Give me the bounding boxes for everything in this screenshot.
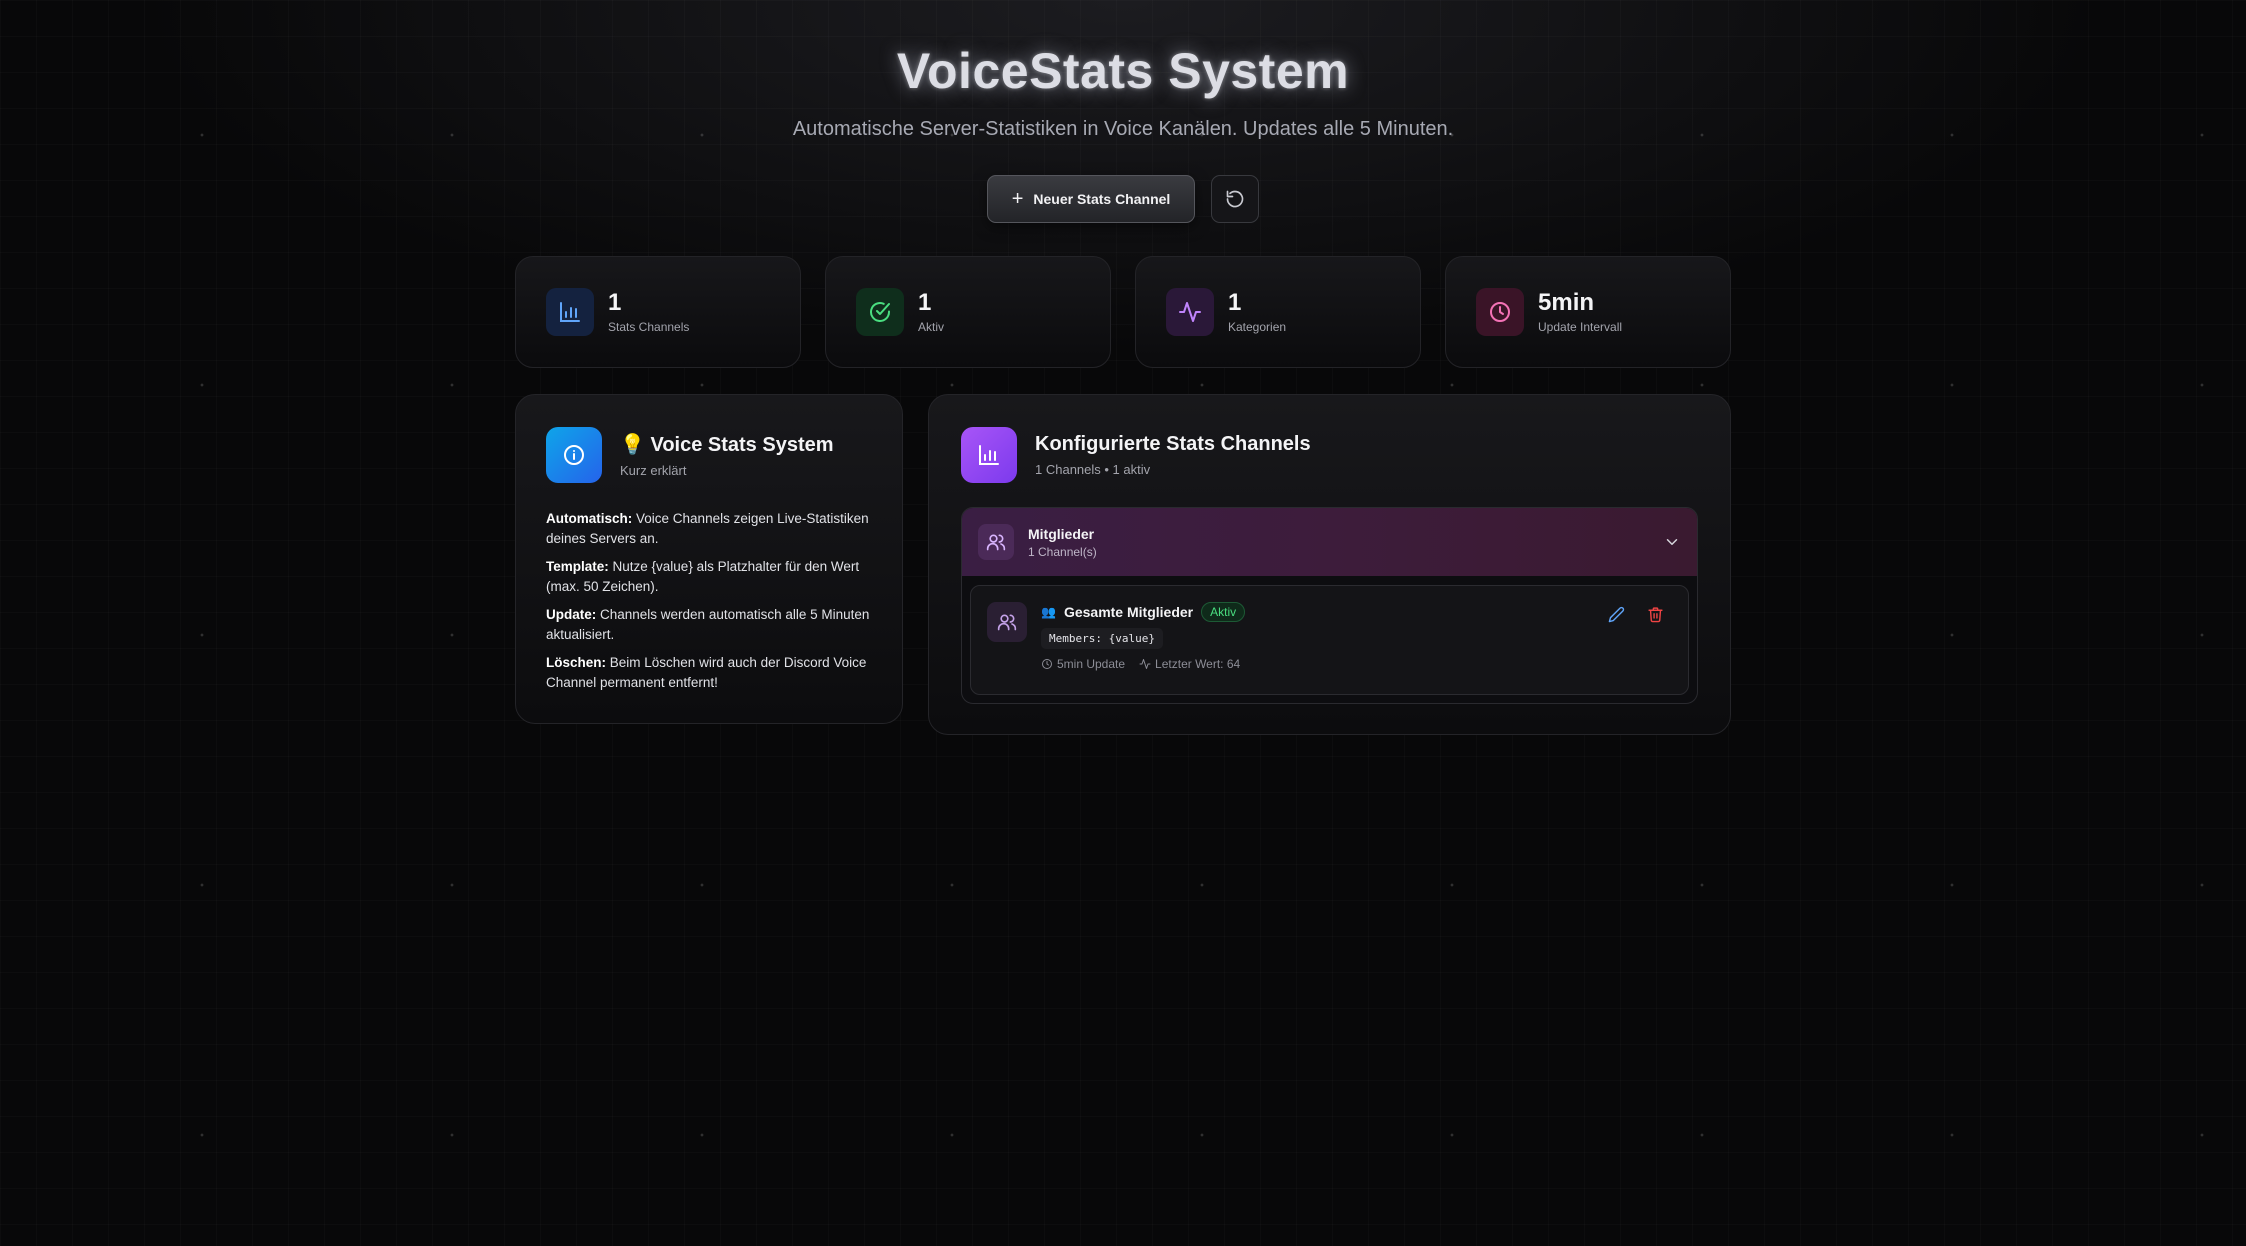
refresh-button[interactable]: [1211, 175, 1260, 223]
bar-chart-icon: [546, 288, 594, 336]
stats-channel-item: 👥 Gesamte Mitglieder Aktiv Members: {val…: [970, 585, 1689, 695]
users-icon: [987, 602, 1027, 642]
status-badge: Aktiv: [1201, 602, 1246, 622]
category-group-header[interactable]: Mitglieder 1 Channel(s): [962, 508, 1697, 576]
new-stats-channel-label: Neuer Stats Channel: [1033, 191, 1171, 207]
channel-template: Members: {value}: [1041, 628, 1163, 649]
stat-label: Aktiv: [918, 320, 945, 335]
category-count: 1 Channel(s): [1028, 544, 1097, 559]
channel-meta: 5min Update Letzter Wert: 64: [1041, 657, 1672, 671]
last-value: Letzter Wert: 64: [1139, 657, 1240, 671]
people-emoji-icon: 👥: [1041, 605, 1056, 619]
new-stats-channel-button[interactable]: + Neuer Stats Channel: [986, 175, 1196, 223]
channel-body: 👥 Gesamte Mitglieder Aktiv Members: {val…: [1041, 602, 1672, 678]
config-card-title: Konfigurierte Stats Channels: [1035, 433, 1311, 455]
delete-button[interactable]: [1647, 606, 1664, 623]
users-icon: [978, 524, 1014, 560]
info-item-label: Template:: [546, 559, 609, 574]
page-subtitle: Automatische Server-Statistiken in Voice…: [792, 118, 1454, 140]
stat-label: Stats Channels: [608, 320, 690, 335]
stat-value: 1: [918, 288, 932, 316]
last-value-text: Letzter Wert: 64: [1155, 657, 1241, 671]
chevron-down-icon[interactable]: [1663, 533, 1681, 551]
info-title-text: Voice Stats System: [650, 434, 834, 456]
stats-row: 1 Stats Channels 1 Aktiv 1 Kategorien 5m…: [515, 256, 1731, 368]
info-item-label: Update:: [546, 607, 597, 622]
page-title: VoiceStats System: [896, 43, 1350, 99]
channel-name: Gesamte Mitglieder: [1063, 604, 1194, 620]
stat-card-active: 1 Aktiv: [825, 256, 1111, 368]
update-interval: 5min Update: [1041, 657, 1125, 671]
channel-actions: [1608, 606, 1664, 623]
info-card-header: 💡 Voice Stats System Kurz erklärt: [546, 427, 872, 483]
info-item: Automatisch: Voice Channels zeigen Live-…: [546, 509, 872, 549]
header-actions: + Neuer Stats Channel: [0, 175, 2246, 223]
stat-card-categories: 1 Kategorien: [1135, 256, 1421, 368]
info-card-title: 💡 Voice Stats System: [620, 432, 834, 457]
plus-icon: +: [1011, 188, 1024, 210]
info-card-subtitle: Kurz erklärt: [620, 463, 687, 478]
config-card-header: Konfigurierte Stats Channels 1 Channels …: [961, 427, 1698, 483]
stat-label: Update Intervall: [1538, 320, 1623, 335]
stat-card-channels: 1 Stats Channels: [515, 256, 801, 368]
edit-button[interactable]: [1608, 606, 1625, 623]
category-name: Mitglieder: [1028, 525, 1095, 542]
trash-icon: [1648, 607, 1663, 623]
info-list: Automatisch: Voice Channels zeigen Live-…: [546, 509, 872, 693]
info-icon: [546, 427, 602, 483]
configured-channels-card: Konfigurierte Stats Channels 1 Channels …: [928, 394, 1731, 735]
activity-icon: [1139, 659, 1151, 669]
stat-label: Kategorien: [1228, 320, 1287, 335]
lightbulb-icon: 💡: [620, 434, 645, 456]
page: VoiceStats System Automatische Server-St…: [0, 0, 2246, 1246]
info-item: Update: Channels werden automatisch alle…: [546, 605, 872, 645]
refresh-icon: [1226, 190, 1244, 208]
info-item: Template: Nutze {value} als Platzhalter …: [546, 557, 872, 597]
activity-icon: [1166, 288, 1214, 336]
info-item-label: Automatisch:: [546, 511, 633, 526]
stat-value: 1: [608, 288, 622, 316]
info-item: Löschen: Beim Löschen wird auch der Disc…: [546, 653, 872, 693]
clock-icon: [1476, 288, 1524, 336]
category-group: Mitglieder 1 Channel(s) 👥 Gesamte Mitgli…: [961, 507, 1698, 704]
update-interval-text: 5min Update: [1057, 657, 1126, 671]
clock-icon: [1042, 659, 1052, 669]
info-card: 💡 Voice Stats System Kurz erklärt Automa…: [515, 394, 903, 724]
pencil-icon: [1608, 606, 1625, 623]
config-card-subtitle: 1 Channels • 1 aktiv: [1035, 462, 1151, 477]
info-item-label: Löschen:: [546, 655, 607, 670]
stat-value: 5min: [1538, 288, 1595, 316]
stat-value: 1: [1228, 288, 1242, 316]
stat-card-interval: 5min Update Intervall: [1445, 256, 1731, 368]
channel-title-row: 👥 Gesamte Mitglieder Aktiv: [1041, 602, 1672, 622]
bar-chart-icon: [961, 427, 1017, 483]
check-circle-icon: [856, 288, 904, 336]
